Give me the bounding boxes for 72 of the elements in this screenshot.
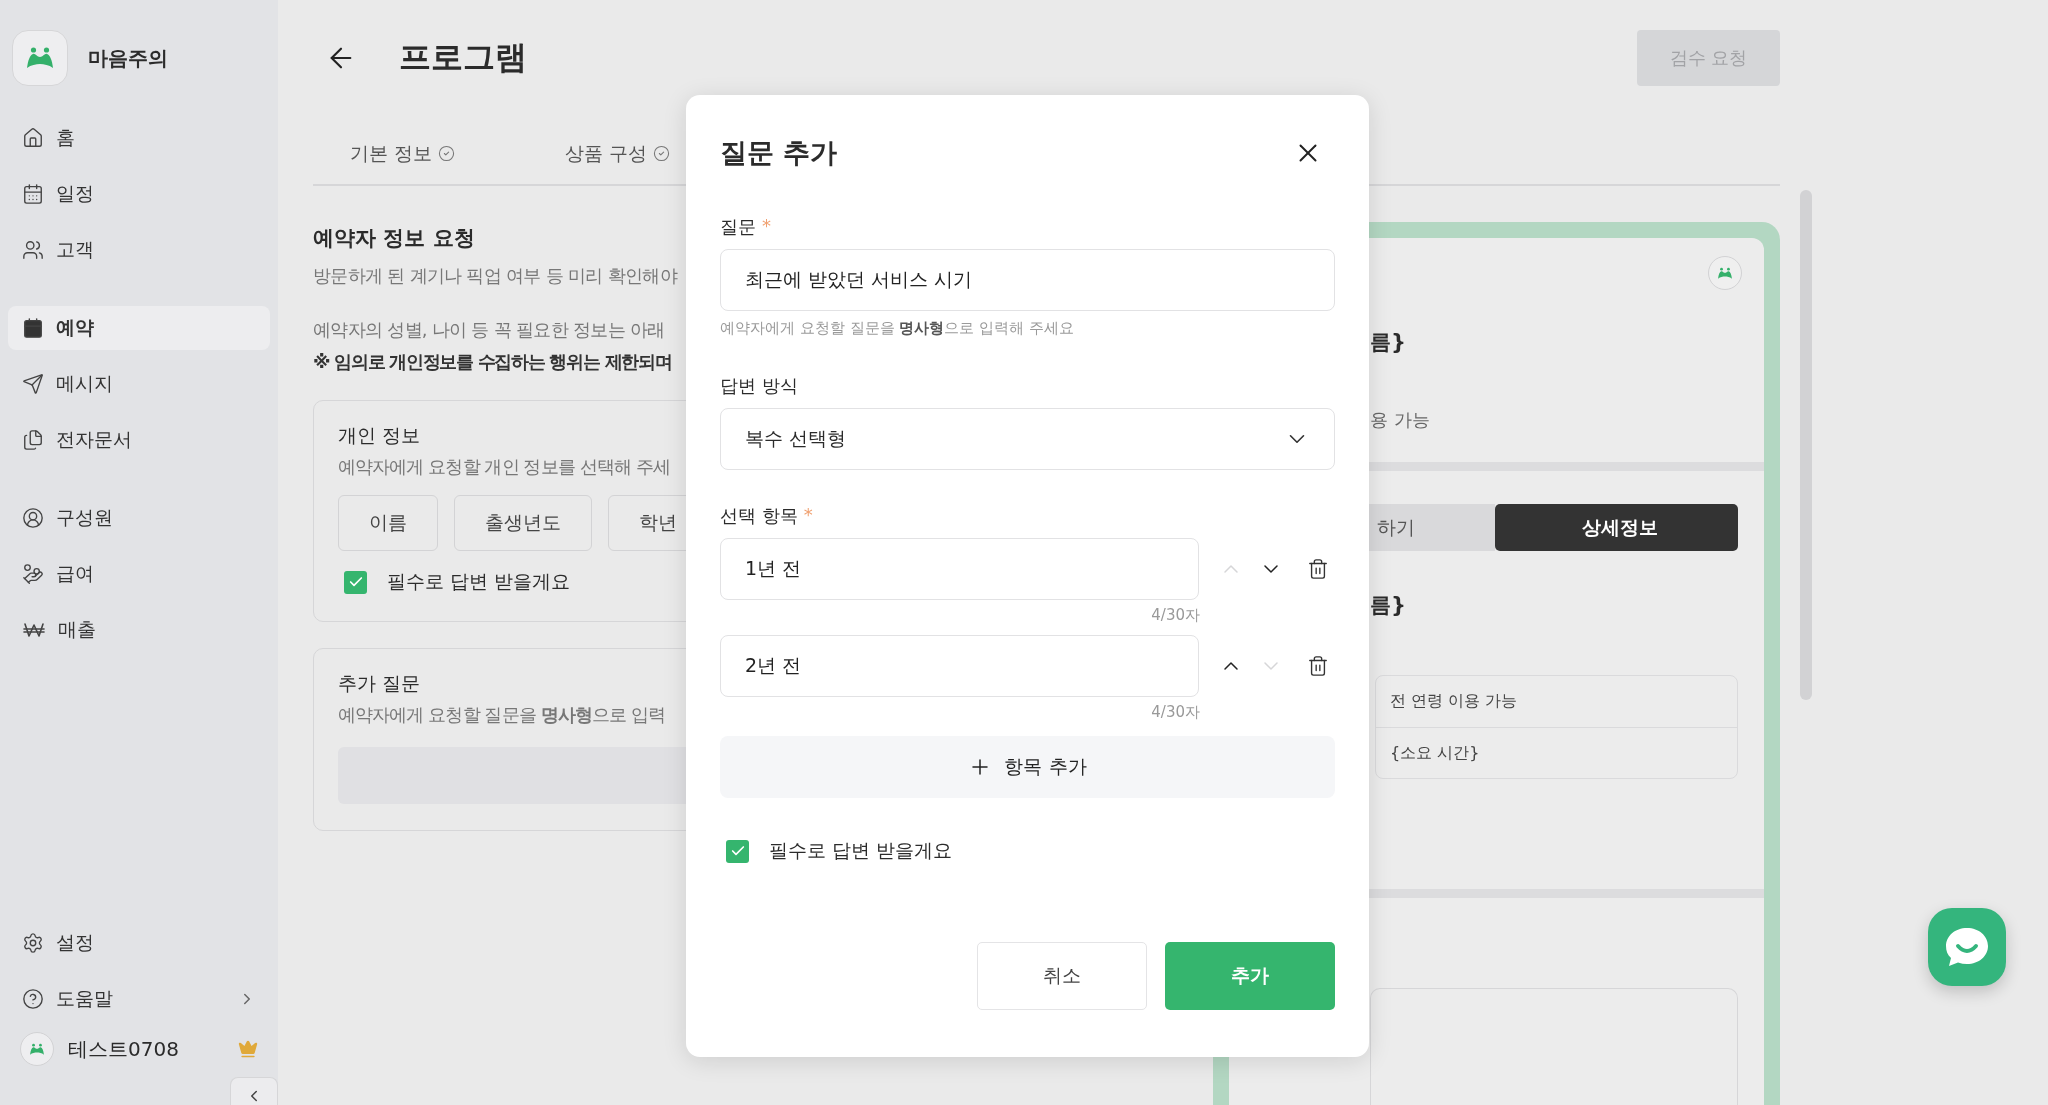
logo-icon	[25, 46, 55, 70]
nav-item[interactable]: 매출	[8, 608, 270, 652]
segment-tab[interactable]: 상세정보	[1495, 504, 1738, 551]
card-title: 추가 질문	[338, 671, 421, 696]
logo-icon	[29, 1042, 45, 1056]
trash-icon	[1307, 558, 1329, 580]
nav-item[interactable]: 일정	[8, 172, 270, 216]
option-input[interactable]: 2년 전	[720, 635, 1199, 697]
calendar-icon	[22, 317, 44, 339]
checkbox[interactable]	[726, 839, 749, 863]
field-label: 답변 방식	[720, 374, 798, 398]
field-label: 선택 항목	[720, 504, 798, 528]
logo-icon	[1717, 266, 1733, 280]
user-profile[interactable]: 테스트0708	[8, 1025, 270, 1073]
checkbox-label: 필수로 답변 받을게요	[769, 838, 953, 863]
nav-item[interactable]: 구성원	[8, 496, 270, 540]
helper-text: 예약자에게 요청할 질문을 명사형으로 입력해 주세요	[720, 319, 1075, 338]
nav-item[interactable]: 메시지	[8, 362, 270, 406]
nav-item[interactable]: 도움말	[8, 977, 270, 1021]
question-input[interactable]: 최근에 받았던 서비스 시기	[720, 249, 1335, 311]
send-icon	[22, 373, 44, 395]
char-counter: 4/30자	[1150, 606, 1200, 625]
settings-icon	[22, 932, 44, 954]
preview-note: 용 가능	[1370, 408, 1431, 432]
nav-item[interactable]: 고객	[8, 228, 270, 272]
nav-item[interactable]: 홈	[8, 116, 270, 160]
option-chip[interactable]: 출생년도	[454, 495, 592, 551]
checkbox[interactable]	[344, 570, 367, 594]
required-mark: *	[803, 504, 813, 527]
check-circle-icon	[438, 145, 456, 162]
scrollbar[interactable]	[1800, 190, 1812, 700]
note: 예약자의 성별, 나이 등 꼭 필요한 정보는 아래	[313, 318, 665, 342]
trash-icon	[1307, 655, 1329, 677]
help-icon	[22, 988, 44, 1010]
cancel-button[interactable]: 취소	[977, 942, 1147, 1010]
hand-coin-icon	[22, 563, 44, 585]
info-row-text: 전 연령 이용 가능	[1389, 690, 1519, 712]
answer-type-select[interactable]: 복수 선택형	[720, 408, 1335, 470]
page-title: 프로그램	[399, 37, 527, 78]
people-icon	[22, 239, 44, 261]
preview-heading: 름}	[1370, 592, 1407, 619]
required-mark: *	[762, 215, 771, 238]
tab[interactable]: 기본 정보	[350, 126, 565, 184]
section-description: 방문하게 된 계기나 픽업 여부 등 미리 확인해야	[313, 264, 677, 288]
char-counter: 4/30자	[1150, 703, 1200, 722]
nav-item[interactable]: 전자문서	[8, 418, 270, 462]
documents-icon	[22, 429, 44, 451]
chat-icon	[1944, 926, 1990, 968]
option-chip[interactable]: 이름	[338, 495, 438, 551]
collapse-button[interactable]	[230, 1077, 278, 1105]
field-label: 질문	[720, 215, 756, 239]
logo-badge[interactable]	[12, 30, 68, 86]
nav-item[interactable]: 설정	[8, 921, 270, 965]
nav-item[interactable]: 예약	[8, 306, 270, 350]
add-option-button[interactable]: 항목 추가	[720, 736, 1335, 798]
card-description: 예약자에게 요청할 개인 정보를 선택해 주세	[338, 455, 670, 479]
option-input[interactable]: 1년 전	[720, 538, 1199, 600]
dialog-title: 질문 추가	[720, 136, 838, 170]
section-title: 예약자 정보 요청	[313, 225, 475, 252]
nav-item[interactable]: 급여	[8, 552, 270, 596]
warning-note: ※ 임의로 개인정보를 수집하는 행위는 제한되며	[313, 350, 672, 374]
info-row: {소요 시간}	[1376, 727, 1737, 778]
card-description: 예약자에게 요청할 질문을 명사형으로 입력	[338, 703, 666, 727]
person-icon	[22, 507, 44, 529]
brand-name: 마음주의	[88, 44, 168, 72]
check-circle-icon	[653, 145, 671, 162]
preview-heading: 름}	[1370, 329, 1407, 356]
calendar-icon	[22, 183, 44, 205]
home-icon	[22, 127, 44, 149]
checkbox-label: 필수로 답변 받을게요	[387, 569, 571, 594]
card-title: 개인 정보	[338, 423, 421, 448]
chat-button[interactable]	[1928, 908, 2006, 986]
